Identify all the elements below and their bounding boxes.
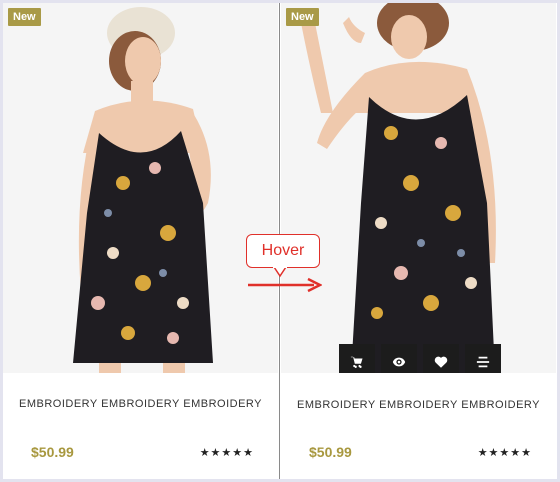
add-to-cart-button[interactable] (339, 344, 375, 373)
rating-stars: ★★★★★ (477, 447, 532, 459)
eye-icon (392, 357, 406, 367)
product-title[interactable]: EMBROIDERY EMBROIDERY EMBROIDERY (11, 398, 270, 410)
arrow-right-icon (248, 277, 322, 293)
heart-icon (434, 356, 448, 368)
product-title[interactable]: EMBROIDERY EMBROIDERY EMBROIDERY (289, 399, 548, 411)
compare-button[interactable] (465, 344, 501, 373)
cart-icon (350, 356, 363, 368)
hover-callout: Hover (246, 234, 320, 278)
wishlist-button[interactable] (423, 344, 459, 373)
product-price: $50.99 (309, 444, 352, 460)
new-badge: New (8, 8, 41, 26)
product-card-default[interactable]: New EMBROIDERY EMBROIDERY EMBROIDERY $50… (3, 3, 278, 479)
model-photo (281, 3, 556, 373)
rating-stars: ★★★★★ (199, 447, 254, 459)
product-price: $50.99 (31, 444, 74, 460)
product-card-hover[interactable]: New EMBROIDERY EMBROIDERY EMBROIDERY $50… (281, 3, 556, 479)
model-photo (3, 3, 278, 373)
product-image[interactable]: New (281, 3, 556, 373)
compare-icon (476, 356, 490, 368)
new-badge: New (286, 8, 319, 26)
callout-pointer-icon (273, 265, 287, 278)
quick-view-button[interactable] (381, 344, 417, 373)
product-image[interactable]: New (3, 3, 278, 373)
hover-action-bar (339, 344, 501, 373)
